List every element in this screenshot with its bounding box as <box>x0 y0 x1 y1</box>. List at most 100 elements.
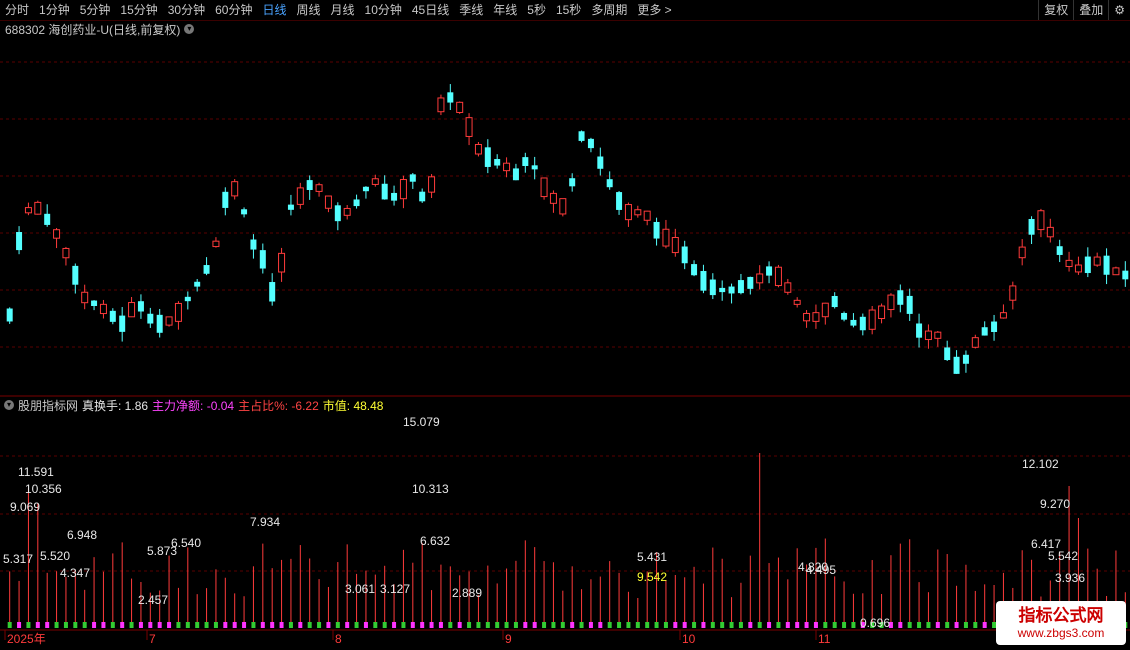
candle-body-up <box>437 97 445 113</box>
chevron-down-icon[interactable]: ▾ <box>184 24 195 34</box>
period-tab[interactable]: 45日线 <box>407 0 454 20</box>
period-tab[interactable]: 10分钟 <box>360 0 407 20</box>
candle-body-down <box>981 327 988 336</box>
flow-bar <box>35 622 40 628</box>
candle-body-down <box>897 290 904 305</box>
period-tab[interactable]: 5秒 <box>522 0 551 20</box>
flow-bar <box>467 622 472 628</box>
candle-body-up <box>1074 264 1082 273</box>
candle-body-down <box>841 312 848 320</box>
candle-body-up <box>774 266 782 287</box>
period-tab[interactable]: 30分钟 <box>163 0 210 20</box>
candle-body-up <box>1037 210 1045 231</box>
flow-bar <box>504 622 509 628</box>
flow-bar <box>17 622 22 628</box>
flow-bar <box>45 622 50 628</box>
flow-bar <box>54 622 59 628</box>
period-tab[interactable]: 1分钟 <box>34 0 75 20</box>
flow-bar <box>73 622 78 628</box>
candle-body-down <box>531 165 538 170</box>
flow-bar <box>232 622 237 628</box>
candle-body-down <box>653 221 660 239</box>
period-tab[interactable]: 5分钟 <box>75 0 116 20</box>
candle-body-up <box>624 204 632 221</box>
flow-bar <box>213 622 218 628</box>
candle-body-up <box>1018 246 1026 259</box>
flow-bar <box>710 622 715 628</box>
flow-bar <box>251 622 256 628</box>
candle-body-up <box>62 247 70 259</box>
period-tab[interactable]: 60分钟 <box>210 0 257 20</box>
candle-body-up <box>821 302 829 318</box>
period-tab[interactable]: 季线 <box>454 0 488 20</box>
flow-bar <box>767 622 772 628</box>
candle-body-up <box>634 209 642 216</box>
flow-bar <box>392 622 397 628</box>
flow-bar <box>982 622 987 628</box>
candle-body-up <box>643 210 651 221</box>
period-tab[interactable]: 分时 <box>0 0 34 20</box>
period-tab[interactable]: 周线 <box>291 0 325 20</box>
flow-bar <box>823 622 828 628</box>
period-tab[interactable]: 15分钟 <box>115 0 162 20</box>
candle-body-up <box>343 207 351 216</box>
candle-body-down <box>259 250 266 269</box>
period-tab[interactable]: 更多 > <box>632 0 676 20</box>
period-tab[interactable]: 月线 <box>326 0 360 20</box>
candle-body-down <box>859 316 866 331</box>
candle-body-up <box>756 273 764 284</box>
flow-bar <box>335 622 340 628</box>
candle-body-up <box>24 207 32 214</box>
candle-body-down <box>691 264 698 276</box>
flow-bar <box>579 622 584 628</box>
candle-body-down <box>391 192 398 201</box>
flow-bar <box>935 622 940 628</box>
candle-body-down <box>184 296 191 302</box>
candle-body-down <box>728 286 735 294</box>
candle-body-down <box>250 239 257 250</box>
candle-body-down <box>597 156 604 169</box>
period-tab[interactable]: 多周期 <box>586 0 632 20</box>
period-tab[interactable]: 15秒 <box>551 0 586 20</box>
volume-value-label: 3.127 <box>380 582 410 596</box>
candle-body-down <box>578 131 585 141</box>
flow-bar <box>101 622 106 628</box>
flow-bar <box>870 622 875 628</box>
flow-bar <box>560 622 565 628</box>
flow-bar <box>748 622 753 628</box>
flow-bar <box>476 622 481 628</box>
candle-body-up <box>428 176 436 193</box>
flow-bar <box>954 622 959 628</box>
candle-body-down <box>587 138 594 149</box>
flow-bar <box>176 622 181 628</box>
flow-bar <box>260 622 265 628</box>
candle-body-down <box>1056 246 1063 255</box>
candle-body-up <box>1093 256 1101 266</box>
candle-body-down <box>737 280 744 294</box>
flow-bar <box>701 622 706 628</box>
flow-bar <box>317 622 322 628</box>
time-axis-label: 10 <box>682 632 696 646</box>
period-tab[interactable]: 年线 <box>488 0 522 20</box>
candle-body-down <box>306 180 313 190</box>
period-tab[interactable]: 日线 <box>257 0 291 20</box>
candle-body-down <box>147 313 154 324</box>
volume-value-label: 3.061 <box>345 582 375 596</box>
volume-value-label: 4.495 <box>806 563 836 577</box>
flow-bar <box>120 622 125 628</box>
candle-body-down <box>484 147 491 167</box>
flow-bar <box>457 622 462 628</box>
candle-body-down <box>512 168 519 181</box>
overlay-button[interactable]: 叠加 <box>1073 0 1108 20</box>
adjust-button[interactable]: 复权 <box>1038 0 1073 20</box>
flow-bar <box>373 622 378 628</box>
candle-body-down <box>991 321 998 332</box>
candle-body-up <box>549 192 557 204</box>
flow-bar <box>354 622 359 628</box>
time-axis-label: 8 <box>335 632 342 646</box>
candle-body-down <box>681 246 688 264</box>
flow-bar <box>860 622 865 628</box>
settings-icon[interactable]: ⚙ <box>1108 0 1130 20</box>
period-toolbar: 分时 1分钟 5分钟 15分钟 30分钟 60分钟 日线 周线 月线 10分钟 45日线 季线 年线 5秒… <box>0 0 1130 21</box>
indicator-toggle-icon[interactable]: ▾ <box>4 400 14 410</box>
